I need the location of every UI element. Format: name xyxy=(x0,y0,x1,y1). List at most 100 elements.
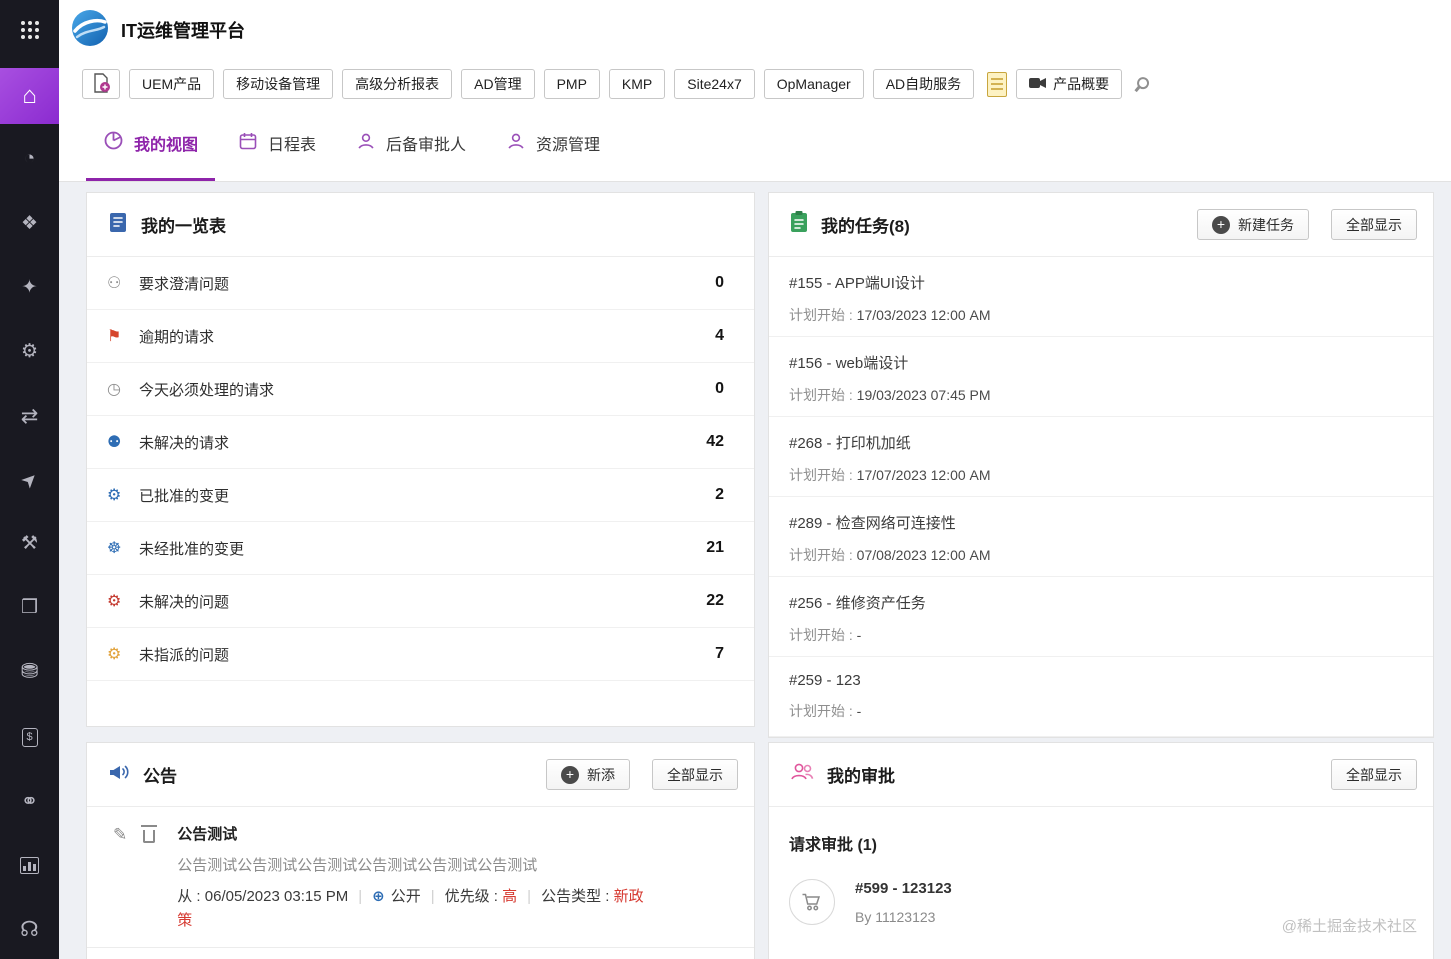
clipboard-icon xyxy=(789,210,809,239)
tab-backup-approver-label: 后备审批人 xyxy=(386,131,466,155)
task-title[interactable]: #289 - 检查网络可连接性 xyxy=(789,512,1413,533)
gauge-icon xyxy=(24,148,35,170)
tab-schedule[interactable]: 日程表 xyxy=(221,108,333,181)
task-title[interactable]: #268 - 打印机加纸 xyxy=(789,432,1413,453)
new-task-button[interactable]: 新建任务 xyxy=(1197,209,1309,240)
summary-row[interactable]: 未解决的问题 22 xyxy=(87,575,754,628)
toolbar-tab-ad-selfservice[interactable]: AD自助服务 xyxy=(873,69,974,99)
sidebar-item-cmdb[interactable] xyxy=(0,643,59,699)
visibility-value: 公开 xyxy=(391,888,421,905)
bug-icon xyxy=(21,340,38,363)
toolbar-tab-uem[interactable]: UEM产品 xyxy=(129,69,214,99)
summary-row[interactable]: 逾期的请求 4 xyxy=(87,310,754,363)
sidebar xyxy=(0,0,59,959)
product-overview-label: 产品概要 xyxy=(1053,74,1109,94)
task-start-label: 计划开始 : xyxy=(789,387,857,403)
announcement-meta: 从 : 06/05/2023 03:15 PM公开优先级 : 高公告类型 : 新… xyxy=(177,885,647,933)
tab-schedule-label: 日程表 xyxy=(268,131,316,155)
task-start-label: 计划开始 : xyxy=(789,703,857,719)
approvals-show-all-button[interactable]: 全部显示 xyxy=(1331,759,1417,790)
from-value: 06/05/2023 03:15 PM xyxy=(205,888,348,905)
plus-circle-icon xyxy=(561,766,579,784)
announcements-card: 公告 新添 全部显示 ✎ 公告测试 公告测试公告测试公告测试公告测试公告测试公告… xyxy=(86,742,755,959)
toolbar-tab-pmp[interactable]: PMP xyxy=(544,69,600,99)
rocket-icon xyxy=(16,466,44,494)
sidebar-item-reports[interactable] xyxy=(0,837,59,893)
summary-row-label: 未指派的问题 xyxy=(139,644,229,665)
lightbulb-icon xyxy=(22,276,38,299)
pie-chart-icon xyxy=(103,130,124,156)
task-item[interactable]: #256 - 维修资产任务 计划开始 : - xyxy=(769,577,1433,657)
task-item[interactable]: #259 - 123 计划开始 : - xyxy=(769,657,1433,737)
summary-row[interactable]: 未指派的问题 7 xyxy=(87,628,754,681)
product-overview-button[interactable]: 产品概要 xyxy=(1016,69,1122,99)
summary-row[interactable]: 要求澄清问题 0 xyxy=(87,257,754,310)
toolbar-tab-mdm[interactable]: 移动设备管理 xyxy=(223,69,333,99)
add-shortcut-button[interactable] xyxy=(82,69,120,99)
user-question-icon xyxy=(107,273,139,293)
summary-row-count: 4 xyxy=(715,327,724,345)
toolbar-tab-analytics[interactable]: 高级分析报表 xyxy=(342,69,452,99)
sidebar-item-home[interactable] xyxy=(0,68,59,124)
announcement-item: ✎ 公告测试 公告测试公告测试公告测试公告测试公告测试公告测试 从 : 06/0… xyxy=(87,807,754,948)
trash-icon[interactable] xyxy=(143,830,155,843)
sticky-note-icon[interactable] xyxy=(987,72,1007,97)
edit-icon[interactable]: ✎ xyxy=(113,825,127,845)
add-announcement-button[interactable]: 新添 xyxy=(546,759,630,790)
summary-row-label: 逾期的请求 xyxy=(139,326,214,347)
sidebar-item-changes[interactable] xyxy=(0,388,59,444)
task-item[interactable]: #268 - 打印机加纸 计划开始 : 17/07/2023 12:00 AM xyxy=(769,417,1433,497)
task-item[interactable]: #156 - web端设计 计划开始 : 19/03/2023 07:45 PM xyxy=(769,337,1433,417)
toolbar-tab-ad[interactable]: AD管理 xyxy=(461,69,534,99)
task-title[interactable]: #155 - APP端UI设计 xyxy=(789,272,1413,293)
summary-row[interactable]: 今天必须处理的请求 0 xyxy=(87,363,754,416)
toolbar-tab-site24x7[interactable]: Site24x7 xyxy=(674,69,754,99)
sidebar-item-contracts[interactable] xyxy=(0,773,59,829)
summary-row[interactable]: 未解决的请求 42 xyxy=(87,416,754,469)
summary-row-label: 未解决的问题 xyxy=(139,591,229,612)
page-title: IT运维管理平台 xyxy=(121,17,245,43)
announcements-show-all-button[interactable]: 全部显示 xyxy=(652,759,738,790)
announcement-title[interactable]: 公告测试 xyxy=(177,823,647,844)
announcements-card-title: 公告 xyxy=(143,762,177,787)
toolbar-tab-kmp[interactable]: KMP xyxy=(609,69,665,99)
sidebar-item-requests[interactable] xyxy=(0,195,59,251)
summary-row[interactable]: 已批准的变更 2 xyxy=(87,469,754,522)
apps-menu-button[interactable] xyxy=(0,0,59,59)
task-item[interactable]: #155 - APP端UI设计 计划开始 : 17/03/2023 12:00 … xyxy=(769,257,1433,337)
new-task-label: 新建任务 xyxy=(1238,215,1294,235)
sidebar-item-assets[interactable] xyxy=(0,579,59,635)
sidebar-item-purchase[interactable] xyxy=(0,709,59,765)
app-logo xyxy=(71,9,109,52)
approval-by: By 11123123 xyxy=(855,909,952,925)
person-icon xyxy=(506,131,526,156)
separator xyxy=(527,888,531,905)
tasks-show-all-button[interactable]: 全部显示 xyxy=(1331,209,1417,240)
task-item[interactable]: #289 - 检查网络可连接性 计划开始 : 07/08/2023 12:00 … xyxy=(769,497,1433,577)
request-approvals-heading: 请求审批 (1) xyxy=(789,831,1413,855)
task-title[interactable]: #156 - web端设计 xyxy=(789,352,1413,373)
approvals-card-title: 我的审批 xyxy=(827,762,895,787)
toolbar-tab-opmanager[interactable]: OpManager xyxy=(764,69,864,99)
task-title[interactable]: #259 - 123 xyxy=(789,672,1413,689)
task-title[interactable]: #256 - 维修资产任务 xyxy=(789,592,1413,613)
tab-backup-approver[interactable]: 后备审批人 xyxy=(339,108,483,181)
tab-resource-mgmt[interactable]: 资源管理 xyxy=(489,108,617,181)
approved-change-icon xyxy=(107,485,139,505)
sidebar-item-problems[interactable] xyxy=(0,323,59,379)
summary-card-title: 我的一览表 xyxy=(141,212,226,237)
add-document-icon xyxy=(91,73,111,96)
pin-icon[interactable] xyxy=(1129,72,1153,96)
sidebar-item-tools[interactable] xyxy=(0,515,59,571)
sidebar-item-solutions[interactable] xyxy=(0,259,59,315)
sidebar-item-dashboard[interactable] xyxy=(0,131,59,187)
people-icon xyxy=(789,761,815,788)
add-announcement-label: 新添 xyxy=(587,765,615,785)
sidebar-item-releases[interactable] xyxy=(0,452,59,508)
summary-row[interactable]: 未经批准的变更 21 xyxy=(87,522,754,575)
sidebar-item-support[interactable] xyxy=(0,901,59,957)
task-start-value: 17/03/2023 12:00 AM xyxy=(857,307,991,323)
approval-title[interactable]: #599 - 123123 xyxy=(855,880,952,897)
tab-my-view[interactable]: 我的视图 xyxy=(86,108,215,181)
cart-icon xyxy=(801,892,823,912)
